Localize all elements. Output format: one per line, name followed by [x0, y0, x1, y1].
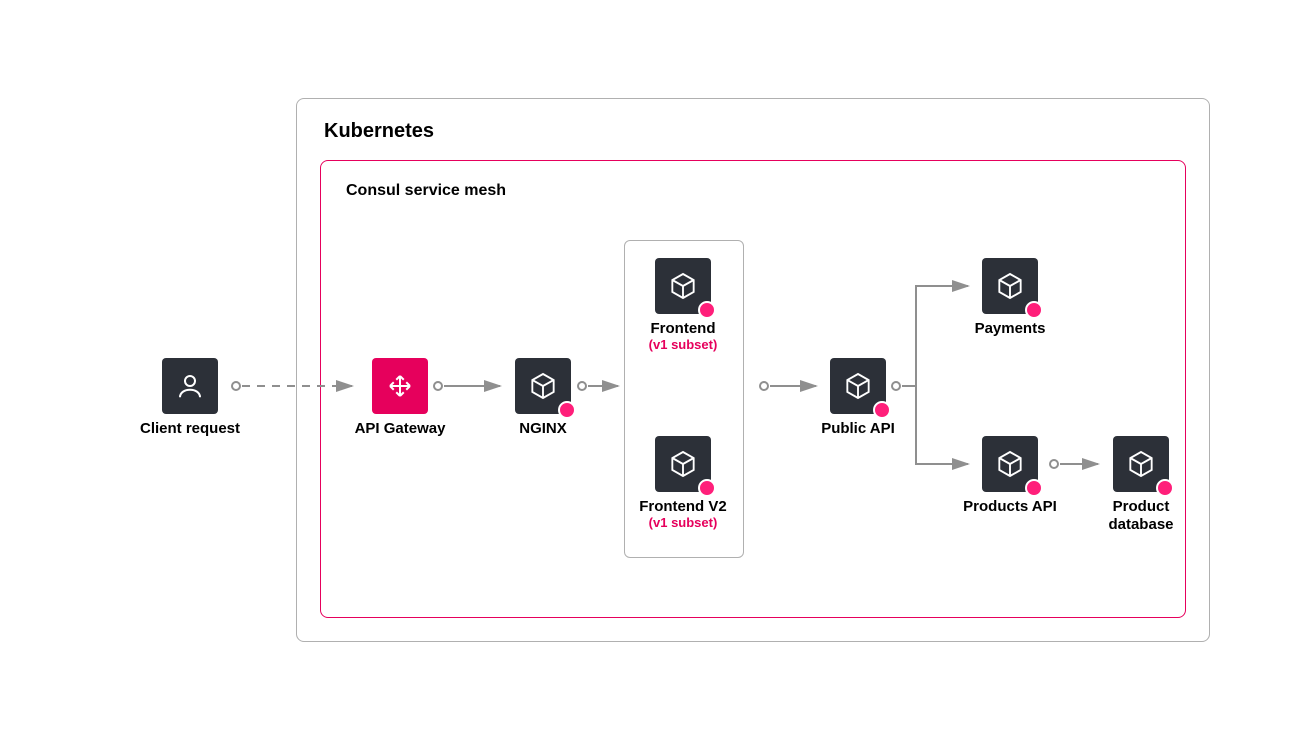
- diagram-stage: { "containers": { "kubernetes": { "label…: [0, 0, 1312, 738]
- sidecar-badge: [1025, 479, 1043, 497]
- productdb-label: Product database: [1086, 498, 1196, 534]
- sidecar-badge: [873, 401, 891, 419]
- gateway-node: API Gateway: [350, 358, 450, 438]
- publicapi-label: Public API: [808, 420, 908, 438]
- payments-node: Payments: [960, 258, 1060, 338]
- nginx-label: NGINX: [498, 420, 588, 438]
- sidecar-badge: [1156, 479, 1174, 497]
- productdb-node: Product database: [1086, 436, 1196, 534]
- frontend2-sublabel: (v1 subset): [636, 516, 730, 530]
- payments-label: Payments: [960, 320, 1060, 338]
- cube-icon: [1113, 436, 1169, 492]
- publicapi-node: Public API: [808, 358, 908, 438]
- client-label: Client request: [130, 420, 250, 438]
- cube-icon: [982, 436, 1038, 492]
- kubernetes-title: Kubernetes: [324, 120, 434, 143]
- cube-icon: [655, 436, 711, 492]
- frontend-node: Frontend (v1 subset): [636, 258, 730, 352]
- nginx-node: NGINX: [498, 358, 588, 438]
- frontend-label: Frontend: [636, 320, 730, 338]
- sidecar-badge: [1025, 301, 1043, 319]
- sidecar-badge: [698, 479, 716, 497]
- frontend2-node: Frontend V2 (v1 subset): [636, 436, 730, 530]
- mesh-title: Consul service mesh: [346, 182, 506, 200]
- sidecar-badge: [698, 301, 716, 319]
- user-icon: [162, 358, 218, 414]
- cube-icon: [982, 258, 1038, 314]
- client-node: Client request: [130, 358, 250, 438]
- gateway-label: API Gateway: [350, 420, 450, 438]
- cube-icon: [830, 358, 886, 414]
- cube-icon: [515, 358, 571, 414]
- cube-icon: [655, 258, 711, 314]
- sidecar-badge: [558, 401, 576, 419]
- frontend2-label: Frontend V2: [636, 498, 730, 516]
- productsapi-node: Products API: [960, 436, 1060, 516]
- productsapi-label: Products API: [960, 498, 1060, 516]
- frontend-sublabel: (v1 subset): [636, 338, 730, 352]
- gateway-icon: [372, 358, 428, 414]
